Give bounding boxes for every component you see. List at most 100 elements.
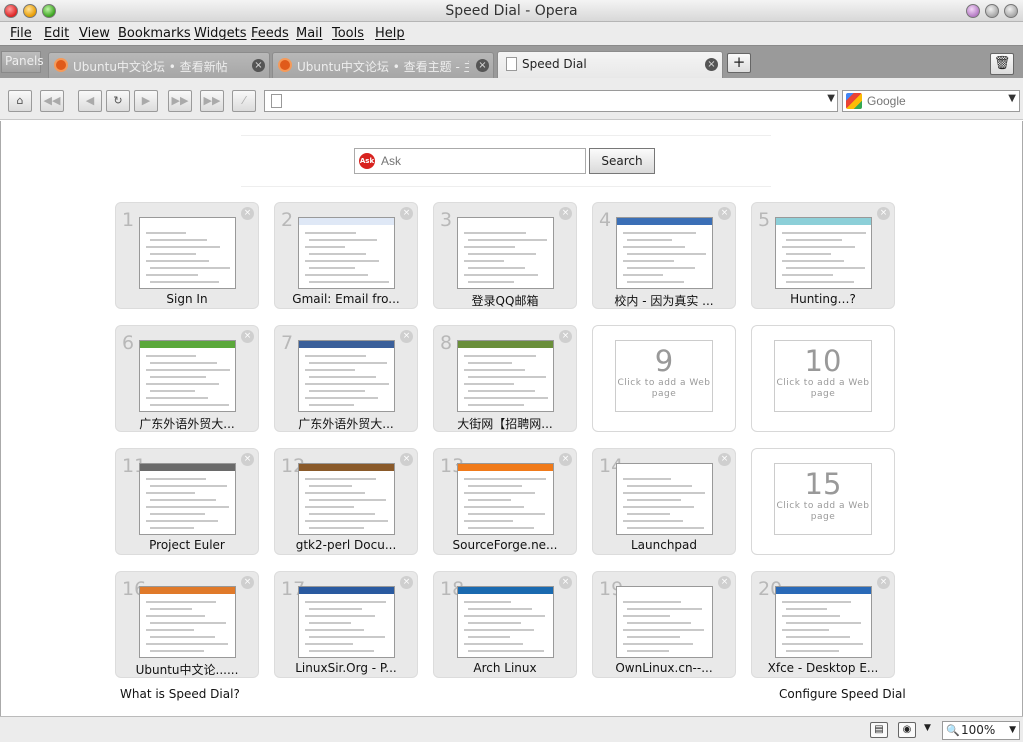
speed-dial-6[interactable]: 6 × 广东外语外贸大...: [115, 325, 259, 432]
dial-close-icon[interactable]: ×: [718, 207, 731, 220]
speed-dial-5[interactable]: 5 × Hunting…?: [751, 202, 895, 309]
speed-dial-11[interactable]: 11 × Project Euler: [115, 448, 259, 555]
tab-close-icon[interactable]: ×: [705, 58, 718, 71]
window-sticky-button[interactable]: [1004, 4, 1018, 18]
speed-dial-3[interactable]: 3 × 登录QQ邮箱: [433, 202, 577, 309]
chevron-down-icon[interactable]: ▼: [1009, 722, 1016, 739]
empty-dial-placeholder[interactable]: 10 Click to add a Web page: [774, 340, 872, 412]
speed-dial-20[interactable]: 20 × Xfce - Desktop E...: [751, 571, 895, 678]
menu-tools[interactable]: Tools: [332, 26, 364, 41]
configure-speed-dial-link[interactable]: Configure Speed Dial: [779, 687, 906, 701]
speed-dial-19[interactable]: 19 × OwnLinux.cn--...: [592, 571, 736, 678]
dial-close-icon[interactable]: ×: [241, 330, 254, 343]
dial-close-icon[interactable]: ×: [877, 576, 890, 589]
dial-close-icon[interactable]: ×: [559, 576, 572, 589]
zoom-control[interactable]: 🔍 100% ▼: [942, 721, 1020, 740]
speed-dial-10[interactable]: 10 Click to add a Web page: [751, 325, 895, 432]
new-tab-button[interactable]: +: [727, 53, 751, 73]
speed-dial-12[interactable]: 12 × gtk2-perl Docu...: [274, 448, 418, 555]
dial-close-icon[interactable]: ×: [241, 207, 254, 220]
page-thumbnail[interactable]: [457, 340, 554, 412]
page-thumbnail[interactable]: [775, 586, 872, 658]
page-thumbnail[interactable]: [298, 586, 395, 658]
empty-dial-placeholder[interactable]: 9 Click to add a Web page: [615, 340, 713, 412]
window-shade-button[interactable]: [985, 4, 999, 18]
search-engine-input[interactable]: [867, 92, 997, 110]
skip-forward-icon[interactable]: ▶▶: [200, 90, 224, 112]
speed-dial-9[interactable]: 9 Click to add a Web page: [592, 325, 736, 432]
speed-dial-8[interactable]: 8 × 大街网【招聘网...: [433, 325, 577, 432]
ask-search-box[interactable]: Ask: [354, 148, 586, 174]
google-icon[interactable]: [846, 93, 862, 109]
page-thumbnail[interactable]: [457, 586, 554, 658]
fast-forward-icon[interactable]: ▶▶: [168, 90, 192, 112]
dial-close-icon[interactable]: ×: [241, 453, 254, 466]
page-thumbnail[interactable]: [139, 217, 236, 289]
dial-close-icon[interactable]: ×: [400, 207, 413, 220]
wand-icon[interactable]: ⁄: [232, 90, 256, 112]
dial-close-icon[interactable]: ×: [559, 330, 572, 343]
page-thumbnail[interactable]: [775, 217, 872, 289]
speed-dial-16[interactable]: 16 × Ubuntu中文论......: [115, 571, 259, 678]
ask-search-input[interactable]: [381, 152, 581, 170]
page-thumbnail[interactable]: [616, 463, 713, 535]
dial-close-icon[interactable]: ×: [400, 330, 413, 343]
page-thumbnail[interactable]: [616, 586, 713, 658]
page-thumbnail[interactable]: [298, 463, 395, 535]
trash-icon[interactable]: 🗑: [990, 53, 1014, 75]
speed-dial-4[interactable]: 4 × 校内 - 因为真实 ...: [592, 202, 736, 309]
empty-dial-placeholder[interactable]: 15 Click to add a Web page: [774, 463, 872, 535]
menu-mail[interactable]: Mail: [296, 26, 322, 41]
page-thumbnail[interactable]: [616, 217, 713, 289]
menu-bookmarks[interactable]: Bookmarks: [118, 26, 191, 41]
dial-close-icon[interactable]: ×: [400, 576, 413, 589]
back-icon[interactable]: ◀: [78, 90, 102, 112]
speed-dial-18[interactable]: 18 × Arch Linux: [433, 571, 577, 678]
dial-close-icon[interactable]: ×: [241, 576, 254, 589]
address-bar[interactable]: ▼: [264, 90, 838, 112]
dial-close-icon[interactable]: ×: [559, 207, 572, 220]
dial-close-icon[interactable]: ×: [718, 453, 731, 466]
menu-help[interactable]: Help: [375, 26, 405, 41]
page-thumbnail[interactable]: [457, 217, 554, 289]
rewind-icon[interactable]: ◀◀: [40, 90, 64, 112]
page-thumbnail[interactable]: [298, 217, 395, 289]
speed-dial-1[interactable]: 1 × Sign In: [115, 202, 259, 309]
chevron-down-icon[interactable]: ▼: [924, 723, 931, 733]
menu-feeds[interactable]: Feeds: [251, 26, 289, 41]
reload-icon[interactable]: ↻: [106, 90, 130, 112]
tab-ubuntu-new-posts[interactable]: Ubuntu中文论坛 • 查看新帖 ×: [48, 52, 270, 78]
speed-dial-7[interactable]: 7 × 广东外语外贸大...: [274, 325, 418, 432]
page-info-icon[interactable]: ▤: [870, 722, 888, 738]
dial-close-icon[interactable]: ×: [400, 453, 413, 466]
speed-dial-14[interactable]: 14 × Launchpad: [592, 448, 736, 555]
speed-dial-15[interactable]: 15 Click to add a Web page: [751, 448, 895, 555]
what-is-speed-dial-link[interactable]: What is Speed Dial?: [120, 687, 240, 701]
page-thumbnail[interactable]: [457, 463, 554, 535]
tab-ubuntu-topic[interactable]: Ubuntu中文论坛 • 查看主题 - 主... ×: [272, 52, 494, 78]
panels-button[interactable]: Panels: [1, 51, 44, 73]
speed-dial-17[interactable]: 17 × LinuxSir.Org - P...: [274, 571, 418, 678]
address-input[interactable]: [289, 92, 809, 110]
tab-speed-dial[interactable]: Speed Dial ×: [497, 51, 723, 79]
dial-close-icon[interactable]: ×: [877, 207, 890, 220]
page-thumbnail[interactable]: [139, 463, 236, 535]
view-icon[interactable]: ◉: [898, 722, 916, 738]
page-thumbnail[interactable]: [139, 340, 236, 412]
search-engine-field[interactable]: ▼: [842, 90, 1020, 112]
dial-close-icon[interactable]: ×: [718, 576, 731, 589]
chevron-down-icon[interactable]: ▼: [1008, 93, 1016, 104]
tab-close-icon[interactable]: ×: [476, 59, 489, 72]
forward-icon[interactable]: ▶: [134, 90, 158, 112]
chevron-down-icon[interactable]: ▼: [827, 93, 835, 104]
speed-dial-2[interactable]: 2 × Gmail: Email fro...: [274, 202, 418, 309]
search-button[interactable]: Search: [589, 148, 655, 174]
speed-dial-13[interactable]: 13 × SourceForge.ne...: [433, 448, 577, 555]
menu-view[interactable]: View: [79, 26, 110, 41]
tab-close-icon[interactable]: ×: [252, 59, 265, 72]
page-thumbnail[interactable]: [298, 340, 395, 412]
menu-edit[interactable]: Edit: [44, 26, 69, 41]
dial-close-icon[interactable]: ×: [559, 453, 572, 466]
home-icon[interactable]: ⌂: [8, 90, 32, 112]
menu-widgets[interactable]: Widgets: [194, 26, 247, 41]
